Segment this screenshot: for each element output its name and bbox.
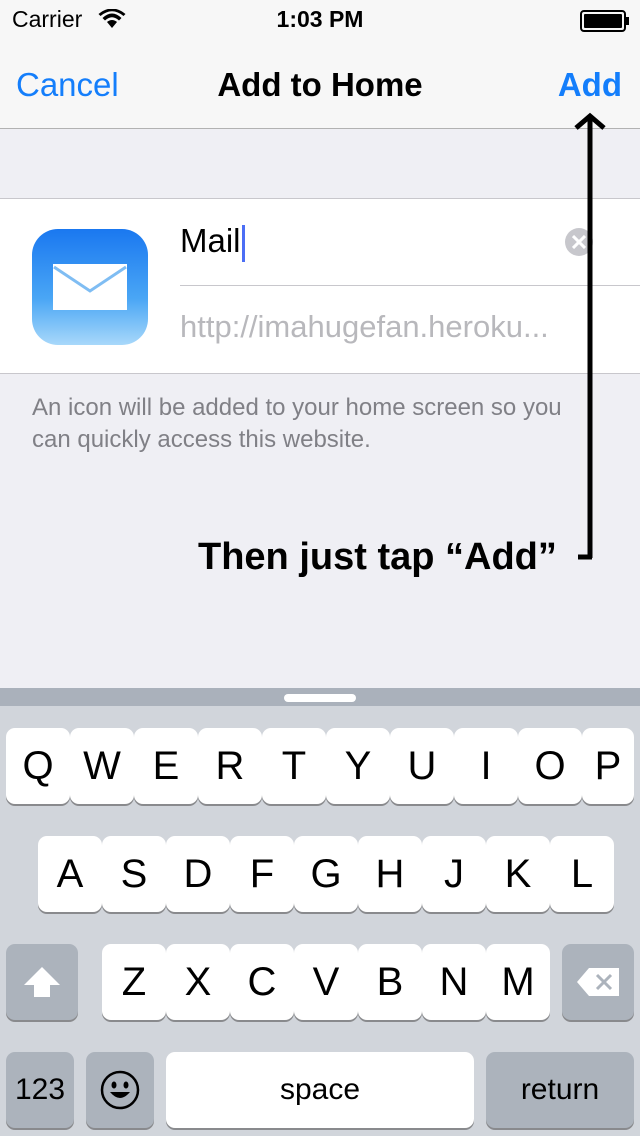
envelope-icon: [53, 264, 127, 310]
key-l[interactable]: L: [550, 836, 614, 912]
key-y[interactable]: Y: [326, 728, 390, 804]
url-field: http://imahugefan.heroku...: [180, 309, 549, 344]
add-button[interactable]: Add: [558, 66, 622, 104]
navigation-bar: Cancel Add to Home Add: [0, 40, 640, 129]
key-i[interactable]: I: [454, 728, 518, 804]
key-d[interactable]: D: [166, 836, 230, 912]
key-e[interactable]: E: [134, 728, 198, 804]
keyboard-handle[interactable]: [284, 694, 356, 702]
annotation-arrow: [574, 112, 606, 560]
key-a[interactable]: A: [38, 836, 102, 912]
key-g[interactable]: G: [294, 836, 358, 912]
key-z[interactable]: Z: [102, 944, 166, 1020]
delete-icon: [577, 968, 619, 996]
shift-key[interactable]: [6, 944, 78, 1020]
key-n[interactable]: N: [422, 944, 486, 1020]
key-o[interactable]: O: [518, 728, 582, 804]
key-h[interactable]: H: [358, 836, 422, 912]
hint-text: An icon will be added to your home scree…: [32, 394, 562, 453]
key-v[interactable]: V: [294, 944, 358, 1020]
key-w[interactable]: W: [70, 728, 134, 804]
battery-icon: [580, 10, 630, 37]
emoji-icon: [100, 1070, 140, 1110]
key-k[interactable]: K: [486, 836, 550, 912]
mail-app-icon: [32, 229, 148, 345]
key-q[interactable]: Q: [6, 728, 70, 804]
key-m[interactable]: M: [486, 944, 550, 1020]
annotation-text: Then just tap “Add”: [198, 536, 557, 578]
emoji-key[interactable]: [86, 1052, 154, 1128]
key-s[interactable]: S: [102, 836, 166, 912]
bookmark-card: http://imahugefan.heroku...: [0, 198, 640, 374]
key-b[interactable]: B: [358, 944, 422, 1020]
key-c[interactable]: C: [230, 944, 294, 1020]
space-key[interactable]: space: [166, 1052, 474, 1128]
clock: 1:03 PM: [276, 6, 364, 32]
key-x[interactable]: X: [166, 944, 230, 1020]
key-r[interactable]: R: [198, 728, 262, 804]
key-f[interactable]: F: [230, 836, 294, 912]
key-u[interactable]: U: [390, 728, 454, 804]
page-title: Add to Home: [217, 66, 423, 103]
delete-key[interactable]: [562, 944, 634, 1020]
keyboard: Q W E R T Y U I O P A S D F G H J K L Z …: [0, 688, 640, 1136]
status-bar: Carrier 1:03 PM: [0, 0, 640, 40]
shift-icon: [24, 967, 60, 997]
text-caret: [242, 225, 245, 262]
key-j[interactable]: J: [422, 836, 486, 912]
key-t[interactable]: T: [262, 728, 326, 804]
return-key[interactable]: return: [486, 1052, 634, 1128]
numbers-key[interactable]: 123: [6, 1052, 74, 1128]
key-p[interactable]: P: [582, 728, 634, 804]
